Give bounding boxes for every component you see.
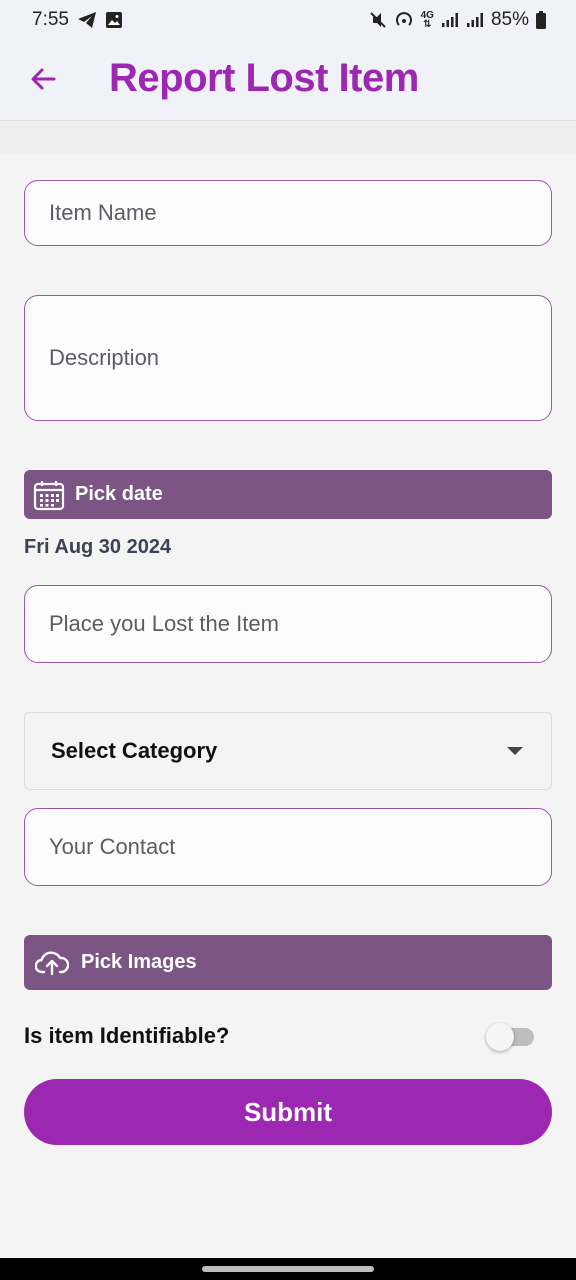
mute-icon: [369, 11, 387, 29]
identifiable-row: Is item Identifiable?: [24, 1018, 552, 1054]
gesture-handle[interactable]: [202, 1266, 374, 1272]
contact-placeholder: Your Contact: [49, 834, 176, 859]
status-right: 4G ⇅ 85%: [369, 9, 546, 31]
submit-button[interactable]: Submit: [24, 1079, 552, 1145]
pick-images-label: Pick Images: [81, 951, 197, 973]
pick-date-button[interactable]: Pick date: [24, 470, 552, 519]
status-bar: 7:55 4G ⇅ 85%: [0, 0, 576, 40]
identifiable-label: Is item Identifiable?: [24, 1023, 230, 1048]
status-time: 7:55: [32, 9, 69, 30]
category-select[interactable]: Select Category: [24, 712, 552, 790]
dropdown-arrow-icon: [507, 747, 523, 755]
cloud-upload-icon: [35, 951, 69, 975]
submit-label: Submit: [243, 1096, 333, 1127]
battery-icon: [536, 11, 546, 29]
item-name-input[interactable]: Item Name: [24, 180, 552, 246]
switch-thumb: [486, 1023, 514, 1051]
pick-date-label: Pick date: [75, 483, 163, 505]
hotspot-icon: [394, 11, 414, 29]
arrow-back-icon: [31, 68, 56, 90]
pick-images-button[interactable]: Pick Images: [24, 935, 552, 990]
network-type-icon: 4G ⇅: [421, 11, 434, 30]
signal-icon: [441, 12, 459, 28]
battery-percent: 85%: [490, 9, 529, 30]
contact-input[interactable]: Your Contact: [24, 808, 552, 886]
description-input[interactable]: Description: [24, 295, 552, 421]
selected-date: Fri Aug 30 2024: [24, 536, 172, 558]
system-nav-bar: [0, 1258, 576, 1280]
page-title: Report Lost Item: [109, 56, 419, 100]
data-arrows-icon: ⇅: [423, 19, 432, 30]
description-placeholder: Description: [49, 345, 160, 370]
image-icon: [105, 11, 123, 29]
item-name-placeholder: Item Name: [49, 200, 157, 225]
content-top-band: [0, 121, 576, 155]
category-select-label: Select Category: [51, 738, 218, 763]
status-left: 7:55: [32, 9, 123, 31]
identifiable-switch[interactable]: [486, 1021, 536, 1051]
place-lost-placeholder: Place you Lost the Item: [49, 611, 279, 636]
calendar-icon: [33, 480, 65, 510]
signal-2-icon: [466, 12, 484, 28]
back-button[interactable]: [26, 62, 60, 96]
telegram-icon: [77, 11, 97, 29]
app-bar: Report Lost Item: [0, 40, 576, 120]
place-lost-input[interactable]: Place you Lost the Item: [24, 585, 552, 663]
